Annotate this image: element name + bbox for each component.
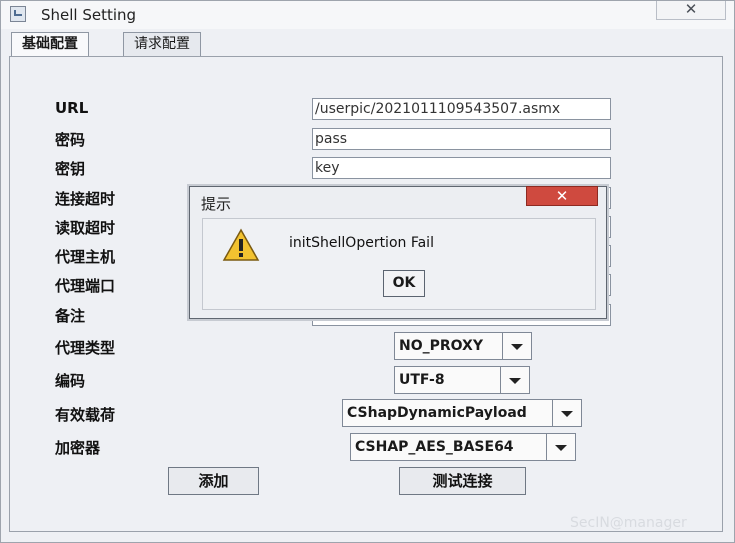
- tab-request-config[interactable]: 请求配置: [123, 32, 201, 56]
- chevron-down-icon[interactable]: [547, 434, 575, 460]
- title-bar: Shell Setting ✕: [1, 1, 734, 29]
- cryption-label: 加密器: [55, 439, 101, 457]
- payload-label: 有效载荷: [55, 406, 116, 424]
- read-timeout-label: 读取超时: [55, 219, 116, 237]
- encoding-label: 编码: [55, 372, 86, 390]
- payload-select[interactable]: CShapDynamicPayload: [342, 399, 582, 427]
- encoding-select[interactable]: UTF-8: [394, 366, 530, 394]
- ok-button[interactable]: OK: [383, 270, 425, 297]
- dialog-message: initShellOpertion Fail: [289, 235, 434, 251]
- watermark: SecIN@manager: [570, 515, 687, 531]
- proxy-host-label: 代理主机: [55, 248, 116, 266]
- connect-timeout-label: 连接超时: [55, 190, 116, 208]
- password-field[interactable]: pass: [312, 128, 611, 150]
- java-app-icon: [10, 6, 26, 22]
- encoding-value: UTF-8: [395, 367, 501, 393]
- key-label: 密钥: [55, 160, 86, 178]
- test-connection-button[interactable]: 测试连接: [399, 467, 526, 495]
- password-label: 密码: [55, 131, 86, 149]
- dialog-body: initShellOpertion Fail OK: [202, 218, 596, 310]
- cryption-value: CSHAP_AES_BASE64: [351, 434, 547, 460]
- proxy-type-label: 代理类型: [55, 339, 116, 357]
- add-button[interactable]: 添加: [168, 467, 259, 495]
- window-close-button[interactable]: ✕: [656, 1, 726, 20]
- chevron-down-icon[interactable]: [503, 333, 531, 359]
- tab-basic-config[interactable]: 基础配置: [11, 32, 89, 57]
- remark-label: 备注: [55, 307, 86, 325]
- key-field[interactable]: key: [312, 157, 611, 179]
- url-label: URL: [55, 99, 89, 117]
- proxy-type-select[interactable]: NO_PROXY: [394, 332, 532, 360]
- dialog-title: 提示: [201, 195, 232, 213]
- dialog-close-button[interactable]: ✕: [526, 186, 598, 206]
- chevron-down-icon[interactable]: [553, 400, 581, 426]
- warning-icon: [222, 228, 260, 261]
- proxy-port-label: 代理端口: [55, 277, 116, 295]
- message-dialog: 提示 ✕ initShellOpertion Fail OK: [189, 186, 607, 319]
- chevron-down-icon[interactable]: [501, 367, 529, 393]
- payload-value: CShapDynamicPayload: [343, 400, 553, 426]
- proxy-type-value: NO_PROXY: [395, 333, 503, 359]
- window-title: Shell Setting: [41, 6, 137, 24]
- url-field[interactable]: /userpic/2021011109543507.asmx: [312, 98, 611, 120]
- cryption-select[interactable]: CSHAP_AES_BASE64: [350, 433, 576, 461]
